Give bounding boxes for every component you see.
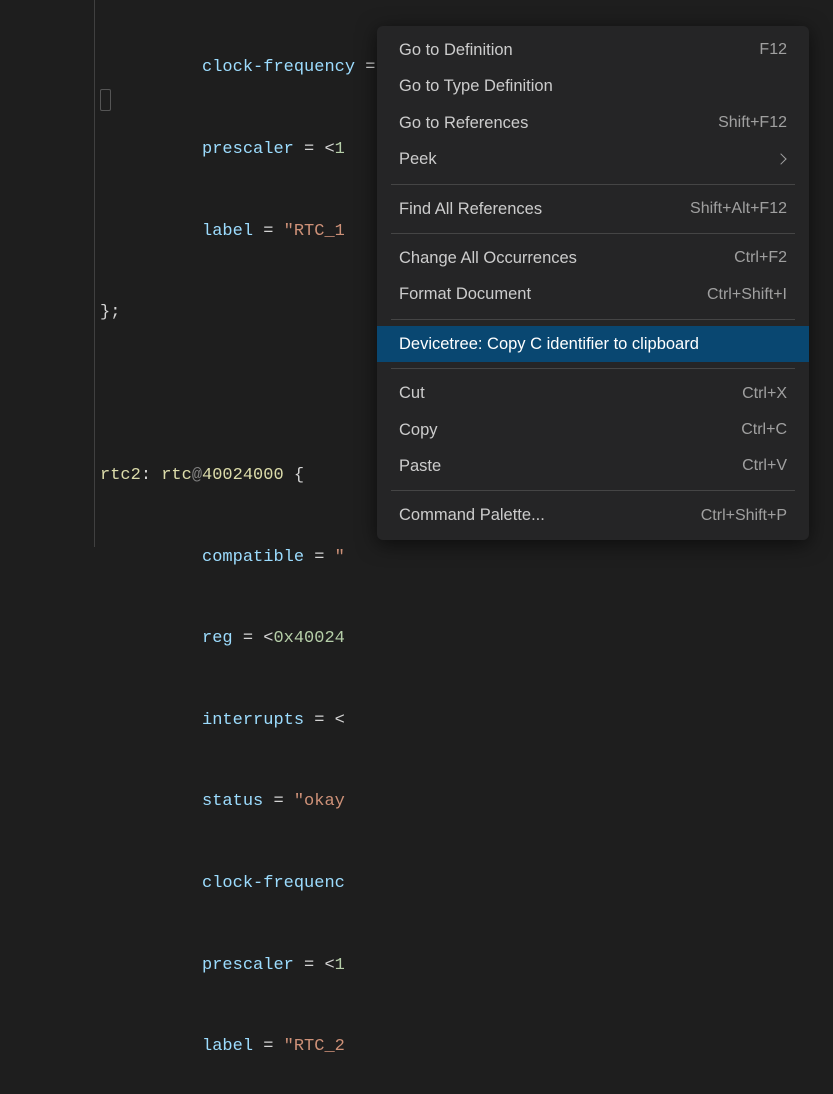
- menu-item-go-to-definition[interactable]: Go to Definition F12: [377, 32, 809, 68]
- code-brace: {: [284, 466, 304, 485]
- code-attr: status: [202, 792, 263, 811]
- menu-item-copy[interactable]: Copy Ctrl+C: [377, 412, 809, 448]
- menu-item-paste[interactable]: Paste Ctrl+V: [377, 448, 809, 484]
- menu-item-change-all-occurrences[interactable]: Change All Occurrences Ctrl+F2: [377, 240, 809, 276]
- menu-item-devicetree-copy-c-identifier-to-clipboard[interactable]: Devicetree: Copy C identifier to clipboa…: [377, 326, 809, 362]
- menu-item-peek[interactable]: Peek: [377, 141, 809, 177]
- code-punct: = <: [294, 140, 335, 159]
- code-punct: = <: [294, 956, 335, 975]
- menu-item-shortcut: Shift+F12: [718, 110, 787, 136]
- code-hex: 0x4002: [273, 629, 334, 648]
- menu-separator: [391, 368, 795, 369]
- menu-item-label: Paste: [399, 453, 441, 479]
- menu-separator: [391, 233, 795, 234]
- code-label: rtc2: [100, 466, 141, 485]
- code-at: @: [192, 466, 202, 485]
- menu-separator: [391, 184, 795, 185]
- code-attr: reg: [202, 629, 233, 648]
- code-punct: :: [141, 466, 161, 485]
- menu-separator: [391, 490, 795, 491]
- code-number: 1: [335, 956, 345, 975]
- menu-item-label: Copy: [399, 417, 438, 443]
- menu-item-format-document[interactable]: Format Document Ctrl+Shift+I: [377, 276, 809, 312]
- menu-item-shortcut: Ctrl+Shift+I: [707, 282, 787, 308]
- menu-item-label: Cut: [399, 380, 425, 406]
- menu-item-go-to-references[interactable]: Go to References Shift+F12: [377, 105, 809, 141]
- code-attr: prescaler: [202, 956, 294, 975]
- code-attr: clock-frequenc: [202, 874, 345, 893]
- menu-item-label: Go to References: [399, 110, 528, 136]
- code-attr: prescaler: [202, 140, 294, 159]
- menu-item-shortcut: Ctrl+X: [742, 381, 787, 407]
- menu-item-shortcut: Ctrl+Shift+P: [701, 503, 787, 529]
- menu-item-go-to-type-definition[interactable]: Go to Type Definition: [377, 68, 809, 104]
- code-punct: =: [253, 222, 284, 241]
- code-attr: label: [202, 222, 253, 241]
- code-attr: interrupts: [202, 711, 304, 730]
- menu-item-shortcut: Shift+Alt+F12: [690, 196, 787, 222]
- menu-item-shortcut: Ctrl+C: [741, 417, 787, 443]
- code-punct: =: [304, 548, 335, 567]
- code-attr: label: [202, 1037, 253, 1056]
- menu-item-label: Peek: [399, 146, 437, 172]
- menu-item-shortcut: Ctrl+F2: [734, 245, 787, 271]
- context-menu: Go to Definition F12 Go to Type Definition…: [377, 26, 809, 540]
- code-addr: 40024000: [202, 466, 284, 485]
- menu-item-command-palette[interactable]: Command Palette... Ctrl+Shift+P: [377, 497, 809, 533]
- code-attr: compatible: [202, 548, 304, 567]
- code-hex: 4: [335, 629, 345, 648]
- menu-item-label: Devicetree: Copy C identifier to clipboa…: [399, 331, 699, 357]
- menu-item-find-all-references[interactable]: Find All References Shift+Alt+F12: [377, 191, 809, 227]
- menu-item-label: Find All References: [399, 196, 542, 222]
- code-punct: = <: [304, 711, 345, 730]
- code-string: "okay: [294, 792, 345, 811]
- chevron-right-icon: [775, 154, 786, 165]
- code-string: ": [335, 548, 345, 567]
- code-attr: clock-frequency: [202, 58, 355, 77]
- menu-item-label: Format Document: [399, 281, 531, 307]
- menu-item-cut[interactable]: Cut Ctrl+X: [377, 375, 809, 411]
- code-string: "RTC_2: [284, 1037, 345, 1056]
- menu-item-label: Go to Definition: [399, 37, 513, 63]
- menu-item-label: Command Palette...: [399, 502, 545, 528]
- menu-item-label: Change All Occurrences: [399, 245, 577, 271]
- code-string: "RTC_1: [284, 222, 345, 241]
- menu-item-shortcut: F12: [759, 37, 787, 63]
- menu-item-shortcut: Ctrl+V: [742, 453, 787, 479]
- code-punct: =: [253, 1037, 284, 1056]
- code-number: 1: [335, 140, 345, 159]
- code-type: rtc: [161, 466, 192, 485]
- menu-item-label: Go to Type Definition: [399, 73, 553, 99]
- menu-separator: [391, 319, 795, 320]
- code-punct: =: [263, 792, 294, 811]
- code-punct: = <: [233, 629, 274, 648]
- code-brace-close: };: [100, 303, 120, 322]
